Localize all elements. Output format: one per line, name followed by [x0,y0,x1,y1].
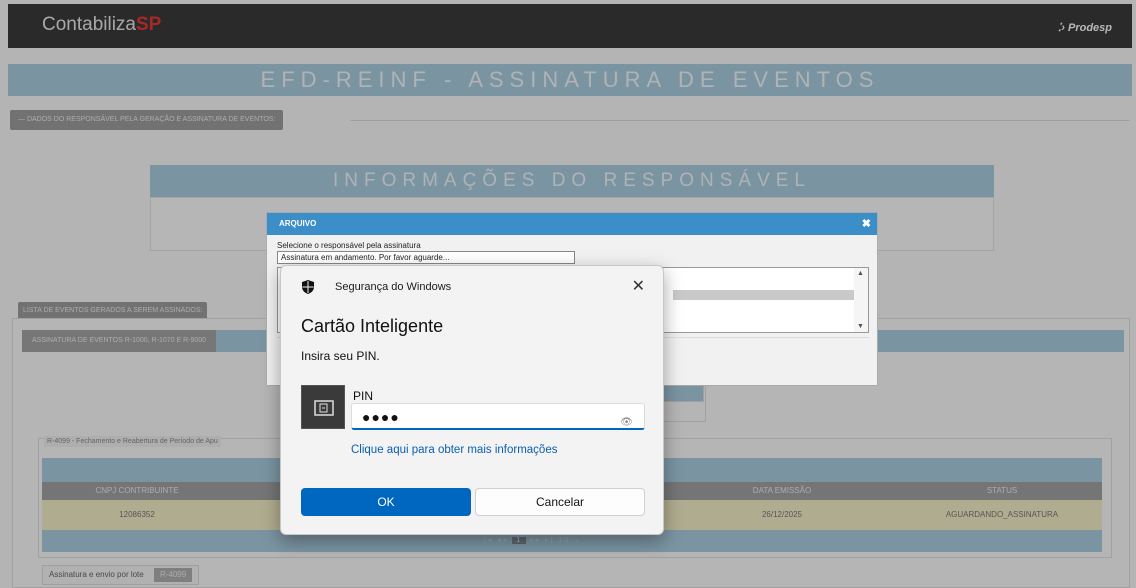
eye-icon[interactable]: 👁 [620,410,634,436]
select-responsible-label: Selecione o responsável pela assinatura [277,241,421,250]
windows-security-dialog: Segurança do Windows ✕ Cartão Inteligent… [280,265,664,535]
pin-value: ●●●● [362,409,400,425]
list-item[interactable] [673,290,867,300]
status-field[interactable]: Assinatura em andamento. Por favor aguar… [277,251,575,264]
close-button[interactable]: ✕ [632,276,645,296]
dialog-heading: Cartão Inteligente [301,316,444,336]
close-icon[interactable]: ✖ [862,213,871,235]
ok-button[interactable]: OK [301,488,471,516]
arquivo-header: ARQUIVO ✖ [267,213,877,235]
pin-input[interactable]: ●●●● 👁 [351,403,645,430]
cancel-button[interactable]: Cancelar [475,488,645,516]
list-scrollbar[interactable]: ▲ ▼ [854,268,868,332]
shield-icon [302,280,314,294]
dialog-message: Insira seu PIN. [301,349,380,363]
pin-label: PIN [353,389,374,403]
dialog-app-name: Segurança do Windows [335,281,452,293]
more-info-link[interactable]: Clique aqui para obter mais informações [351,444,557,456]
scroll-down-icon[interactable]: ▼ [857,323,864,330]
arquivo-title: ARQUIVO [279,219,317,228]
scroll-up-icon[interactable]: ▲ [857,270,864,277]
smart-card-icon [301,385,345,429]
